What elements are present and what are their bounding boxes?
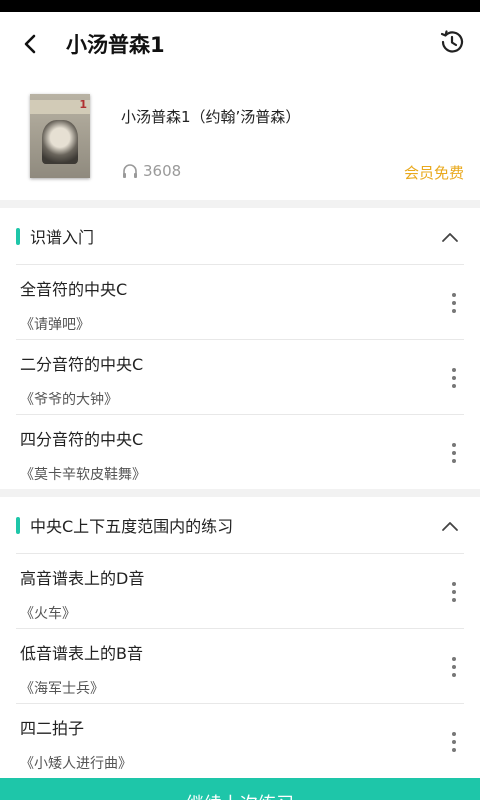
lesson-item[interactable]: 高音谱表上的D音 《火车》 (16, 553, 464, 628)
book-title: 小汤普森1（约翰’汤普森） (121, 108, 301, 126)
lesson-name: 低音谱表上的B音 (20, 644, 143, 663)
chevron-up-icon[interactable] (440, 516, 460, 536)
lesson-name: 四分音符的中央C (20, 430, 144, 449)
continue-practice-label: 继续上次练习 (0, 790, 480, 800)
top-bar: 小汤普森1 (0, 12, 480, 76)
lesson-piece: 《小矮人进行曲》 (20, 756, 132, 772)
more-options-icon[interactable] (448, 293, 460, 313)
lesson-item[interactable]: 四二拍子 《小矮人进行曲》 (16, 703, 464, 778)
page-title: 小汤普森1 (66, 33, 165, 57)
section-title: 中央C上下五度范围内的练习 (30, 517, 234, 536)
play-count: 3608 (121, 162, 181, 180)
more-options-icon[interactable] (448, 368, 460, 388)
lesson-item[interactable]: 全音符的中央C 《请弹吧》 (16, 264, 464, 339)
continue-practice-button[interactable]: 继续上次练习 (0, 778, 480, 800)
book-card[interactable]: 1 小汤普森1（约翰’汤普森） 3608 会员免费 (0, 76, 480, 200)
lesson-name: 四二拍子 (20, 719, 85, 738)
lesson-piece: 《海军士兵》 (20, 681, 104, 697)
lesson-piece: 《火车》 (20, 606, 76, 622)
back-arrow-icon[interactable] (16, 30, 44, 58)
section-2: 中央C上下五度范围内的练习 高音谱表上的D音 《火车》 低音谱表上的B音 《海军… (0, 497, 480, 778)
more-options-icon[interactable] (448, 443, 460, 463)
status-bar (0, 0, 480, 12)
lesson-piece: 《莫卡辛软皮鞋舞》 (20, 467, 146, 483)
more-options-icon[interactable] (448, 732, 460, 752)
more-options-icon[interactable] (448, 657, 460, 677)
section-accent-bar (16, 516, 20, 534)
lesson-name: 全音符的中央C (20, 280, 128, 299)
section-title: 识谱入门 (30, 228, 95, 247)
lesson-item[interactable]: 四分音符的中央C 《莫卡辛软皮鞋舞》 (16, 414, 464, 489)
lesson-piece: 《爷爷的大钟》 (20, 392, 118, 408)
history-clock-icon[interactable] (438, 28, 466, 56)
chevron-up-icon[interactable] (440, 227, 460, 247)
member-free-badge: 会员免费 (403, 164, 464, 182)
section-accent-bar (16, 227, 20, 245)
cover-number: 1 (79, 98, 87, 111)
lesson-item[interactable]: 低音谱表上的B音 《海军士兵》 (16, 628, 464, 703)
lesson-name: 高音谱表上的D音 (20, 569, 145, 588)
more-options-icon[interactable] (448, 582, 460, 602)
play-count-value: 3608 (143, 162, 182, 180)
section-header[interactable]: 识谱入门 (0, 208, 480, 264)
lesson-name: 二分音符的中央C (20, 355, 144, 374)
lesson-item[interactable]: 二分音符的中央C 《爷爷的大钟》 (16, 339, 464, 414)
book-cover: 1 (30, 94, 90, 178)
section-header[interactable]: 中央C上下五度范围内的练习 (0, 497, 480, 553)
headphones-icon (123, 164, 137, 178)
lesson-piece: 《请弹吧》 (20, 317, 90, 333)
section-1: 识谱入门 全音符的中央C 《请弹吧》 二分音符的中央C 《爷爷的大钟》 四分音符… (0, 208, 480, 489)
